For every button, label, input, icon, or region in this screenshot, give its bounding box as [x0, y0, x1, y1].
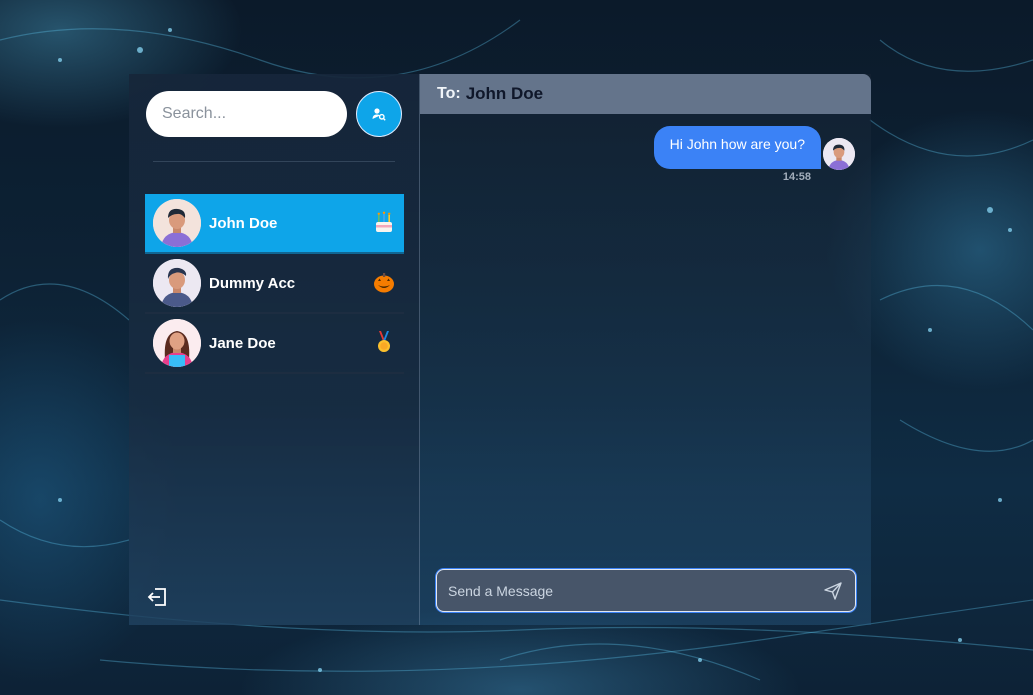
contact-list: John Doe Dummy Acc Jane Doe: [145, 194, 404, 374]
message-input[interactable]: [437, 581, 823, 600]
message-outgoing: Hi John how are you?: [653, 126, 855, 170]
user-search-icon: [372, 108, 386, 121]
chat-panel: To: John Doe Hi John how are you? 14:58: [420, 74, 871, 625]
search-input[interactable]: [146, 91, 347, 137]
avatar: [823, 138, 855, 170]
medal-icon: [378, 331, 390, 352]
search-button[interactable]: [356, 91, 402, 137]
message-bubble: Hi John how are you?: [653, 126, 821, 169]
chat-app-window: John Doe D: [129, 74, 871, 625]
contact-item-john-doe[interactable]: John Doe: [145, 194, 404, 254]
message-timestamp: 14:58: [782, 171, 811, 183]
jack-o-lantern-icon: [374, 273, 394, 293]
avatar: [153, 199, 201, 247]
search-row: [146, 91, 402, 137]
birthday-cake-icon: [376, 211, 392, 232]
message-composer: [436, 569, 856, 612]
contact-name: Jane Doe: [209, 334, 276, 352]
avatar: [153, 259, 201, 307]
chat-header: To: John Doe: [420, 74, 871, 114]
to-label: To:: [437, 85, 461, 102]
send-icon[interactable]: [823, 581, 843, 601]
contact-item-dummy-acc[interactable]: Dummy Acc: [145, 254, 404, 314]
recipient-name: John Doe: [465, 84, 544, 103]
sidebar: John Doe D: [129, 74, 420, 625]
sidebar-divider: [153, 161, 395, 162]
contact-name: John Doe: [209, 214, 278, 232]
avatar: [153, 319, 201, 367]
contact-name: Dummy Acc: [209, 274, 296, 292]
logout-icon[interactable]: [147, 586, 169, 608]
contact-item-jane-doe[interactable]: Jane Doe: [145, 314, 404, 374]
